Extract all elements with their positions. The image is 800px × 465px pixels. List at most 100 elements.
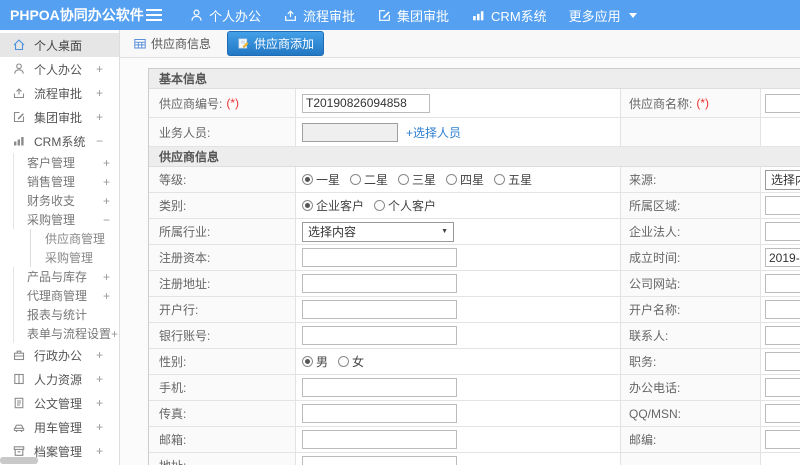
form-row: 性别: 男女职务: — [149, 349, 800, 375]
company-website-input[interactable] — [765, 274, 800, 293]
address-input[interactable] — [302, 456, 457, 465]
account-name-input[interactable] — [765, 300, 800, 319]
registered-capital-input[interactable] — [302, 248, 457, 267]
expand-toggle-icon[interactable]: + — [103, 194, 110, 208]
mobile-input[interactable] — [302, 378, 457, 397]
fax-input[interactable] — [302, 404, 457, 423]
expand-toggle-icon[interactable]: + — [96, 110, 103, 124]
business-person-input[interactable] — [302, 122, 398, 142]
topbar-nav-workflow-approval[interactable]: 流程审批 — [272, 0, 366, 30]
founded-date-field — [761, 245, 800, 270]
expand-toggle-icon[interactable]: + — [103, 270, 110, 284]
sidebar-item-admin-office[interactable]: 行政办公 + — [0, 343, 119, 367]
industry-select[interactable]: 选择内容 ▼ — [302, 221, 454, 242]
bank-account-input[interactable] — [302, 326, 457, 345]
supplier-name-input[interactable] — [765, 93, 800, 113]
region-label: 所属区域: — [621, 193, 761, 218]
supplier-name-label: 供应商名称: (*) — [621, 89, 761, 117]
sidebar-item-label: 财务收支 — [27, 194, 76, 208]
level-option-4[interactable]: 五星 — [494, 171, 532, 188]
email-input[interactable] — [302, 430, 457, 449]
sidebar-item-human-resources[interactable]: 人力资源 + — [0, 367, 119, 391]
select-person-link[interactable]: +选择人员 — [406, 124, 461, 141]
radio-label: 三星 — [412, 173, 437, 187]
category-option-0[interactable]: 企业客户 — [302, 197, 364, 214]
gender-option-0[interactable]: 男 — [302, 353, 328, 370]
expand-toggle-icon[interactable]: + — [103, 289, 110, 303]
topbar-nav-personal-office[interactable]: 个人办公 — [178, 0, 272, 30]
office-phone-input[interactable] — [765, 378, 800, 397]
expand-toggle-icon[interactable]: + — [96, 86, 103, 100]
gender-option-1[interactable]: 女 — [338, 353, 364, 370]
expand-toggle-icon[interactable]: + — [96, 444, 103, 458]
sidebar-item-reports-stats[interactable]: 报表与统计 — [13, 305, 119, 324]
topbar-nav-more-apps[interactable]: 更多应用 — [558, 0, 648, 30]
expand-toggle-icon[interactable]: + — [103, 175, 110, 189]
source-select[interactable]: 选择内容▼ — [765, 169, 800, 190]
expand-toggle-icon[interactable]: + — [96, 396, 103, 410]
form-row: 地址: — [149, 453, 800, 465]
sidebar-item-customer-mgmt[interactable]: 客户管理 + — [13, 153, 119, 172]
bank-branch-input[interactable] — [302, 300, 457, 319]
sidebar-item-group-approval[interactable]: 集团审批 + — [0, 105, 119, 129]
region-input[interactable] — [765, 196, 800, 215]
expand-toggle-icon[interactable]: − — [96, 134, 103, 148]
category-option-1[interactable]: 个人客户 — [374, 197, 436, 214]
sidebar-item-agent-mgmt[interactable]: 代理商管理 + — [13, 286, 119, 305]
source-field: 选择内容▼ — [761, 167, 800, 192]
sidebar-scrollbar-thumb[interactable] — [0, 457, 38, 464]
sidebar-item-purchase-mgmt[interactable]: 采购管理 − — [13, 210, 119, 229]
topbar-nav-crm-system[interactable]: CRM系统 — [460, 0, 558, 30]
level-option-0[interactable]: 一星 — [302, 171, 340, 188]
field-label-text: 银行账号: — [159, 329, 211, 343]
sidebar-item-doc-mgmt[interactable]: 公文管理 + — [0, 391, 119, 415]
qq-msn-input[interactable] — [765, 404, 800, 423]
registered-capital-field — [296, 245, 621, 270]
expand-toggle-icon[interactable]: + — [103, 156, 110, 170]
supplier-code-input[interactable] — [302, 93, 430, 113]
tab-supplier-info[interactable]: 供应商信息 — [133, 35, 211, 52]
sidebar-item-product-inventory[interactable]: 产品与库存 + — [13, 267, 119, 286]
registered-address-input[interactable] — [302, 274, 457, 293]
radio-label: 女 — [352, 355, 365, 369]
radio-label: 一星 — [316, 173, 341, 187]
form-row: 传真: QQ/MSN: — [149, 401, 800, 427]
menu-toggle-icon[interactable] — [146, 9, 162, 11]
tab-supplier-add[interactable]: 供应商添加 — [227, 31, 325, 56]
expand-toggle-icon[interactable]: + — [96, 372, 103, 386]
field-label-text: 邮编: — [629, 433, 657, 447]
level-option-2[interactable]: 三星 — [398, 171, 436, 188]
sidebar-item-label: 产品与库存 — [27, 270, 88, 284]
sidebar-item-sales-mgmt[interactable]: 销售管理 + — [13, 172, 119, 191]
expand-toggle-icon[interactable]: + — [96, 348, 103, 362]
sidebar-item-vehicle-mgmt[interactable]: 用车管理 + — [0, 415, 119, 439]
expand-toggle-icon[interactable]: + — [96, 420, 103, 434]
sidebar-item-personal-desktop[interactable]: 个人桌面 — [0, 33, 119, 57]
admin-icon — [12, 348, 26, 362]
expand-toggle-icon[interactable]: + — [96, 62, 103, 76]
postcode-field — [761, 427, 800, 452]
user-icon — [189, 8, 204, 23]
level-option-1[interactable]: 二星 — [350, 171, 388, 188]
sidebar-item-crm-system[interactable]: CRM系统 − — [0, 129, 119, 153]
sidebar-item-personal-office[interactable]: 个人办公 + — [0, 57, 119, 81]
expand-toggle-icon[interactable]: + — [111, 327, 118, 341]
hr-icon — [12, 372, 26, 386]
sidebar-item-supplier-mgmt[interactable]: 供应商管理 — [30, 229, 119, 248]
contact-person-input[interactable] — [765, 326, 800, 345]
level-option-3[interactable]: 四星 — [446, 171, 484, 188]
legal-person-input[interactable] — [765, 222, 800, 241]
postcode-input[interactable] — [765, 430, 800, 449]
office-phone-label: 办公电话: — [621, 375, 761, 400]
sidebar-item-form-flow-settings[interactable]: 表单与流程设置 + — [13, 324, 119, 343]
expand-toggle-icon[interactable]: − — [103, 213, 110, 227]
field-label-text: 传真: — [159, 407, 187, 421]
founded-date-input[interactable] — [765, 248, 800, 267]
topbar-nav-group-approval[interactable]: 集团审批 — [366, 0, 460, 30]
sidebar-item-workflow-approval[interactable]: 流程审批 + — [0, 81, 119, 105]
sidebar-item-finance[interactable]: 财务收支 + — [13, 191, 119, 210]
supplier-name-field — [761, 89, 800, 117]
company-website-label: 公司网站: — [621, 271, 761, 296]
job-title-input[interactable] — [765, 352, 800, 371]
sidebar-item-purchase-sub[interactable]: 采购管理 — [30, 248, 119, 267]
